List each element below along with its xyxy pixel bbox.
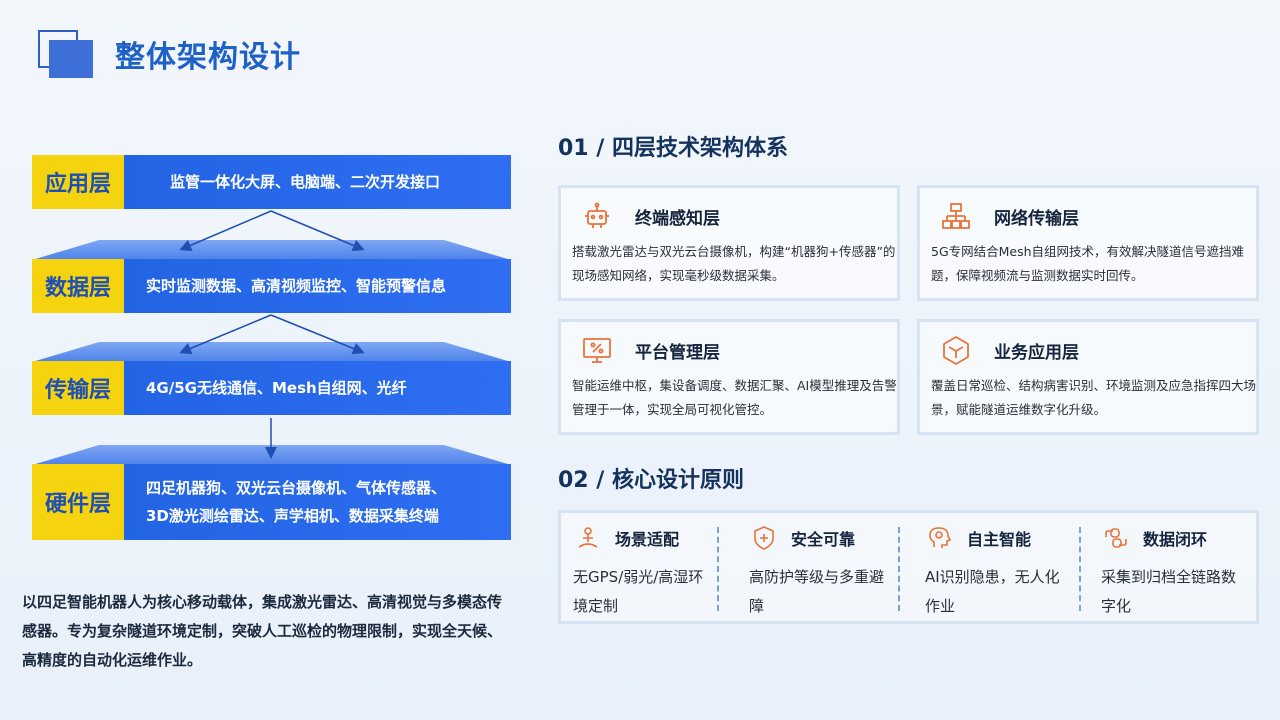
layer-tag: 数据层 [32, 259, 124, 313]
card-network-layer: 网络传输层 5G专网结合Mesh自组网技术，有效解决隧道信号遮挡难题，保障视频流… [917, 185, 1259, 301]
layer-top-decoration [32, 240, 511, 260]
card-title: 平台管理层 [635, 342, 720, 363]
card-terminal-layer: 终端感知层 搭载激光雷达与双光云台摄像机，构建“机器狗+传感器”的现场感知网络，… [558, 185, 900, 301]
card-platform-layer: 平台管理层 智能运维中枢，集设备调度、数据汇聚、AI模型推理及告警管理于一体，实… [558, 319, 900, 435]
section-title-architecture: 01 / 四层技术架构体系 [558, 136, 788, 161]
principle-scene: 场景适配 无GPS/弱光/高湿环境定制 [561, 513, 717, 621]
section-title-principles: 02 / 核心设计原则 [558, 468, 744, 493]
layer-application: 应用层 监管一体化大屏、电脑端、二次开发接口 [32, 155, 511, 209]
card-desc: 搭载激光雷达与双光云台摄像机，构建“机器狗+传感器”的现场感知网络，实现毫秒级数… [572, 244, 896, 283]
layer-transport: 传输层 4G/5G无线通信、Mesh自组网、光纤 [32, 361, 511, 415]
person-location-icon [578, 527, 598, 548]
layer-hardware: 硬件层 四足机器狗、双光云台摄像机、气体传感器、 3D激光测绘雷达、声学相机、数… [32, 464, 511, 540]
layer-top-decoration [32, 445, 511, 465]
principle-title: 数据闭环 [1143, 530, 1208, 549]
layer-text: 4G/5G无线通信、Mesh自组网、光纤 [146, 379, 407, 397]
logo-mark [38, 30, 94, 78]
principle-desc: AI识别隐患，无人化作业 [925, 568, 1060, 615]
layer-text: 四足机器狗、双光云台摄像机、气体传感器、 3D激光测绘雷达、声学相机、数据采集终… [146, 479, 447, 525]
principle-data-loop: 数据闭环 采集到归档全链路数字化 [1089, 513, 1249, 621]
page-title: 整体架构设计 [115, 40, 301, 75]
intro-paragraph: 以四足智能机器人为核心移动载体，集成激光雷达、高清视觉与多模态传感器。专为复杂隧… [22, 593, 503, 669]
brain-icon [929, 527, 952, 548]
layer-text: 监管一体化大屏、电脑端、二次开发接口 [170, 173, 441, 191]
principle-title: 安全可靠 [791, 530, 856, 549]
layer-tag: 传输层 [32, 361, 124, 415]
principle-safety: 安全可靠 高防护等级与多重避障 [737, 513, 893, 621]
principle-desc: 采集到归档全链路数字化 [1101, 568, 1237, 615]
principle-autonomy: 自主智能 AI识别隐患，无人化作业 [913, 513, 1069, 621]
layer-tag: 应用层 [32, 155, 124, 209]
principle-title: 场景适配 [615, 530, 680, 549]
card-desc: 5G专网结合Mesh自组网技术，有效解决隧道信号遮挡难题，保障视频流与监测数据实… [931, 244, 1245, 283]
divider [717, 527, 719, 611]
layer-data: 数据层 实时监测数据、高清视频监控、智能预警信息 [32, 259, 511, 313]
cube-icon [943, 336, 969, 365]
principle-title: 自主智能 [967, 530, 1032, 549]
layer-top-decoration [32, 342, 511, 362]
robot-icon [585, 202, 609, 228]
principle-desc: 无GPS/弱光/高湿环境定制 [573, 568, 704, 615]
divider [898, 527, 900, 611]
principle-desc: 高防护等级与多重避障 [749, 568, 885, 615]
card-title: 业务应用层 [994, 342, 1079, 363]
loop-icon [1105, 528, 1127, 548]
monitor-percent-icon [583, 338, 611, 363]
card-title: 终端感知层 [635, 208, 720, 229]
principles-panel: 场景适配 无GPS/弱光/高湿环境定制 安全可靠 高防护等级与多重避障 自主智能… [558, 510, 1259, 624]
divider [1079, 527, 1081, 611]
card-title: 网络传输层 [994, 208, 1079, 229]
card-desc: 智能运维中枢，集设备调度、数据汇聚、AI模型推理及告警管理于一体，实现全局可视化… [572, 378, 897, 417]
shield-plus-icon [754, 526, 774, 550]
card-business-layer: 业务应用层 覆盖日常巡检、结构病害识别、环境监测及应急指挥四大场景，赋能隧道运维… [917, 319, 1259, 435]
card-desc: 覆盖日常巡检、结构病害识别、环境监测及应急指挥四大场景，赋能隧道运维数字化升级。 [931, 378, 1257, 417]
layer-text: 实时监测数据、高清视频监控、智能预警信息 [146, 277, 447, 295]
layer-tag: 硬件层 [32, 464, 124, 540]
network-icon [942, 203, 970, 229]
